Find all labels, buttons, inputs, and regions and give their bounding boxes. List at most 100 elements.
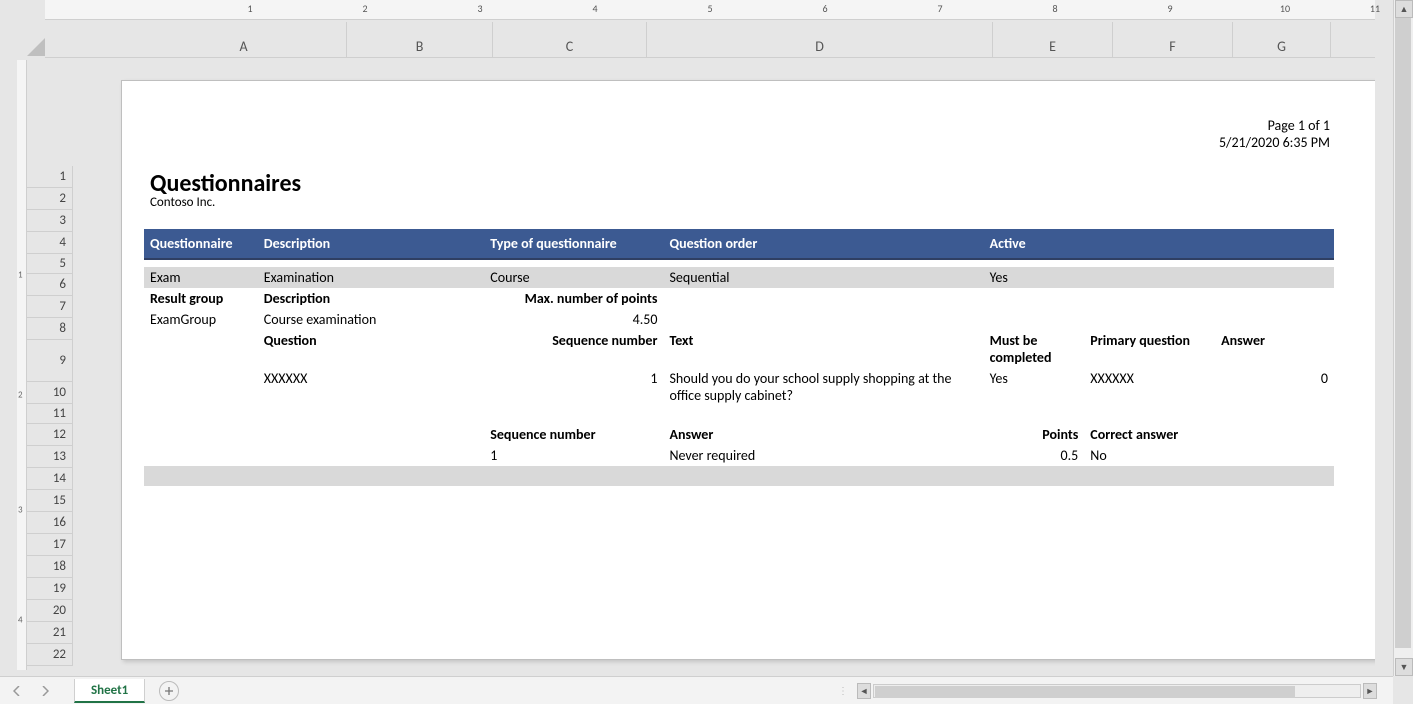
hscroll-thumb[interactable] xyxy=(875,686,1295,698)
row-20[interactable]: 20 xyxy=(27,600,73,622)
hdr-result-group: Result group xyxy=(144,288,258,309)
row-9[interactable]: 9 xyxy=(27,340,73,382)
hdr-answer2: Answer xyxy=(663,424,983,445)
hdr-question: Question xyxy=(258,330,485,368)
cell-correct: No xyxy=(1084,445,1215,466)
row-2[interactable]: 2 xyxy=(27,188,73,210)
cell-seqnum: 1 xyxy=(484,368,663,406)
ruler-vnum: 4 xyxy=(18,615,23,626)
cell-group-desc: Course examination xyxy=(258,309,485,330)
column-headers[interactable]: A B C D E F G xyxy=(45,22,1375,58)
ruler-vnum: 3 xyxy=(18,505,23,516)
vertical-ruler: 1 2 3 4 xyxy=(17,60,27,670)
vscroll-thumb[interactable] xyxy=(1395,18,1411,648)
tab-sheet1[interactable]: Sheet1 xyxy=(74,679,145,703)
col-B[interactable]: B xyxy=(347,22,493,58)
row-1[interactable]: 1 xyxy=(27,166,73,188)
sheet-tab-bar: Sheet1 ⋮ ◄ ► xyxy=(0,676,1393,704)
vscroll-track[interactable] xyxy=(1395,18,1413,658)
select-all-triangle-icon xyxy=(27,38,45,56)
ruler-num: 3 xyxy=(477,2,482,15)
plus-icon xyxy=(164,686,174,696)
tab-nav-prev[interactable] xyxy=(6,680,28,702)
cell-primary: XXXXXX xyxy=(1084,368,1215,406)
add-sheet-button[interactable] xyxy=(159,681,179,701)
page-indicator: Page 1 of 1 xyxy=(1219,117,1330,134)
row-16[interactable]: 16 xyxy=(27,512,73,534)
horizontal-ruler: 1 2 3 4 5 6 7 8 9 10 11 xyxy=(45,0,1375,20)
scroll-left-button[interactable]: ◄ xyxy=(857,683,871,699)
cell-answer2: Never required xyxy=(663,445,983,466)
hdr-type: Type of questionnaire xyxy=(484,229,663,259)
row-10[interactable]: 10 xyxy=(27,382,73,404)
hscroll-track[interactable] xyxy=(873,684,1361,698)
hdr-description: Description xyxy=(258,229,485,259)
cell-points: 0.5 xyxy=(984,445,1085,466)
cell-active: Yes xyxy=(984,267,1085,288)
row-8[interactable]: 8 xyxy=(27,318,73,340)
select-all-corner[interactable] xyxy=(27,20,45,58)
cell-question: XXXXXX xyxy=(258,368,485,406)
row-13[interactable]: 13 xyxy=(27,446,73,468)
col-D[interactable]: D xyxy=(647,22,993,58)
ruler-num: 2 xyxy=(362,2,367,15)
col-C[interactable]: C xyxy=(493,22,647,58)
hdr-must: Must be completed xyxy=(984,330,1085,368)
report-title: Questionnaires xyxy=(150,169,301,198)
row-7[interactable]: 7 xyxy=(27,296,73,318)
hdr-order: Question order xyxy=(663,229,983,259)
header-row-4: Sequence number Answer Points Correct an… xyxy=(144,424,1334,445)
tab-nav-next[interactable] xyxy=(34,680,56,702)
hdr-seqnum: Sequence number xyxy=(484,330,663,368)
col-F[interactable]: F xyxy=(1113,22,1233,58)
row-headers[interactable]: 1 2 3 4 5 6 7 8 9 10 11 12 13 14 15 16 1… xyxy=(27,60,73,670)
row-22[interactable]: 22 xyxy=(27,644,73,666)
ruler-num: 5 xyxy=(707,2,712,15)
hdr-answer: Answer xyxy=(1215,330,1334,368)
row-17[interactable]: 17 xyxy=(27,534,73,556)
ruler-num: 4 xyxy=(592,2,597,15)
vertical-scrollbar[interactable]: ▲ ▼ xyxy=(1393,0,1413,676)
row-12[interactable]: 12 xyxy=(27,424,73,446)
row-11[interactable]: 11 xyxy=(27,404,73,424)
row-19[interactable]: 19 xyxy=(27,578,73,600)
print-page: Page 1 of 1 5/21/2020 6:35 PM Questionna… xyxy=(121,80,1375,660)
row-5[interactable]: 5 xyxy=(27,254,73,274)
col-E[interactable]: E xyxy=(993,22,1113,58)
scroll-right-button[interactable]: ► xyxy=(1363,683,1377,699)
datetime: 5/21/2020 6:35 PM xyxy=(1219,134,1330,151)
cell-must: Yes xyxy=(984,368,1085,406)
row-3[interactable]: 3 xyxy=(27,210,73,232)
ruler-num: 10 xyxy=(1280,2,1290,15)
row-14[interactable]: 14 xyxy=(27,468,73,490)
ruler-num: 8 xyxy=(1052,2,1057,15)
row-6[interactable]: 6 xyxy=(27,274,73,296)
tab-split-handle[interactable]: ⋮ xyxy=(838,684,848,697)
horizontal-scrollbar[interactable]: ◄ ► xyxy=(857,682,1377,700)
row-4[interactable]: 4 xyxy=(27,232,73,254)
page-meta: Page 1 of 1 5/21/2020 6:35 PM xyxy=(1219,117,1330,151)
cell-text: Should you do your school supply shoppin… xyxy=(663,368,983,406)
hdr-text: Text xyxy=(663,330,983,368)
hdr-seqnum2: Sequence number xyxy=(484,424,663,445)
chevron-left-icon xyxy=(13,686,21,696)
col-G[interactable]: G xyxy=(1233,22,1331,58)
scroll-down-button[interactable]: ▼ xyxy=(1395,658,1413,676)
scroll-up-button[interactable]: ▲ xyxy=(1395,0,1413,18)
ruler-num: 1 xyxy=(247,2,252,15)
hdr-points: Points xyxy=(984,424,1085,445)
row-21[interactable]: 21 xyxy=(27,622,73,644)
row-18[interactable]: 18 xyxy=(27,556,73,578)
footer-shade-row xyxy=(144,466,1334,486)
cell-max-points: 4.50 xyxy=(484,309,663,330)
ruler-num: 7 xyxy=(937,2,942,15)
chevron-right-icon xyxy=(41,686,49,696)
row-15[interactable]: 15 xyxy=(27,490,73,512)
cell-answer: 0 xyxy=(1215,368,1334,406)
worksheet-area[interactable]: Page 1 of 1 5/21/2020 6:35 PM Questionna… xyxy=(73,60,1375,670)
ruler-num: 11 xyxy=(1370,2,1380,15)
data-row-rg: ExamGroup Course examination 4.50 xyxy=(144,309,1334,330)
col-A[interactable]: A xyxy=(141,22,347,58)
hdr-active: Active xyxy=(984,229,1085,259)
cell-description: Examination xyxy=(258,267,485,288)
